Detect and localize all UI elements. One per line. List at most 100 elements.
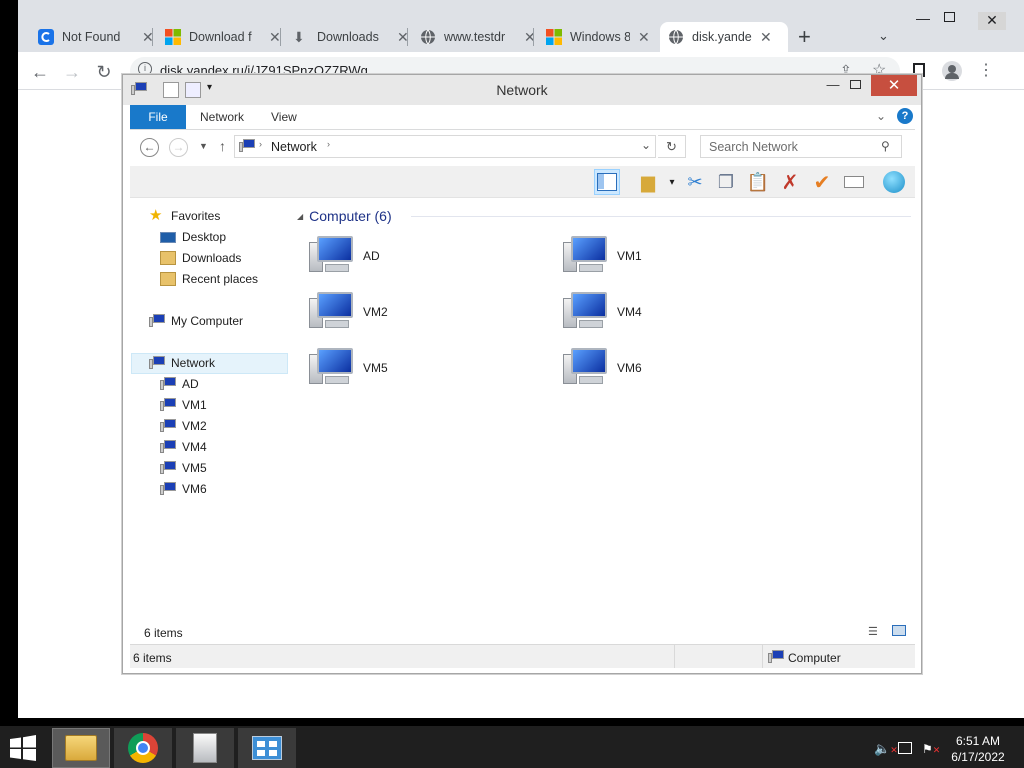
nav-computer-ad[interactable]: AD: [160, 374, 199, 394]
file-explorer-taskbar-button[interactable]: [52, 728, 110, 768]
menu-icon[interactable]: ⋮: [978, 60, 994, 80]
computer-item-vm6[interactable]: VM6: [563, 344, 642, 392]
tab-network[interactable]: Network: [186, 105, 258, 129]
forward-icon[interactable]: →: [169, 138, 188, 157]
maximize-icon[interactable]: [850, 80, 861, 89]
nav-label: Recent places: [182, 272, 259, 286]
checkmark-icon[interactable]: ✔: [809, 169, 835, 195]
clock[interactable]: 6:51 AM 6/17/2022: [940, 733, 1016, 765]
close-tab-icon[interactable]: ✕: [638, 29, 650, 46]
nav-my-computer[interactable]: My Computer: [149, 311, 243, 331]
computer-name: VM1: [617, 249, 642, 263]
nav-computer-vm2[interactable]: VM2: [160, 416, 207, 436]
nav-desktop[interactable]: Desktop: [160, 227, 226, 247]
computer-icon: [160, 440, 176, 454]
close-tab-icon[interactable]: ✕: [760, 29, 772, 46]
minimize-icon[interactable]: —: [916, 10, 930, 26]
close-window-icon[interactable]: ✕: [978, 12, 1006, 30]
network-taskbar-button[interactable]: [238, 728, 296, 768]
search-input[interactable]: Search Network ⚲: [700, 135, 902, 158]
volume-muted-icon[interactable]: 🔈✕: [874, 741, 898, 757]
paste-icon[interactable]: 📋: [745, 169, 771, 195]
computer-icon: [768, 650, 784, 664]
collapse-group-icon[interactable]: ◢: [297, 212, 303, 221]
properties-icon[interactable]: [163, 82, 179, 98]
nav-computer-vm1[interactable]: VM1: [160, 395, 207, 415]
breadcrumb-network[interactable]: Network: [271, 140, 317, 154]
globe-icon[interactable]: [881, 169, 907, 195]
nav-computer-vm4[interactable]: VM4: [160, 437, 207, 457]
nav-downloads[interactable]: Downloads: [160, 248, 241, 268]
nav-computer-vm6[interactable]: VM6: [160, 479, 207, 499]
nav-label: Favorites: [171, 209, 221, 223]
preview-pane-icon[interactable]: [594, 169, 620, 195]
chevron-right-icon[interactable]: ›: [259, 139, 262, 149]
app-taskbar-button[interactable]: [176, 728, 234, 768]
tab-downloads[interactable]: ⬇ Downloads ✕: [285, 22, 417, 52]
tab-windows8[interactable]: Windows 8 ✕: [538, 22, 658, 52]
expand-ribbon-icon[interactable]: ⌄: [876, 109, 886, 123]
nav-recent-places[interactable]: Recent places: [160, 269, 258, 289]
nav-network[interactable]: Network: [149, 353, 215, 373]
copy-icon[interactable]: ❐: [713, 169, 739, 195]
refresh-icon[interactable]: ↻: [658, 135, 686, 158]
tab-download[interactable]: Download f ✕: [157, 22, 289, 52]
recent-locations-icon[interactable]: ▼: [199, 141, 208, 151]
details-view-icon[interactable]: ☰: [868, 625, 878, 638]
help-icon[interactable]: ?: [897, 108, 913, 124]
maximize-icon[interactable]: [944, 12, 955, 22]
tab-testdrive[interactable]: www.testdr ✕: [412, 22, 544, 52]
nav-label: VM2: [182, 419, 207, 433]
chrome-icon: [128, 733, 158, 763]
nav-favorites[interactable]: ★ Favorites: [149, 206, 220, 226]
forward-icon[interactable]: →: [60, 60, 84, 84]
properties-folder-icon[interactable]: ▆: [635, 169, 661, 195]
computer-icon: [309, 234, 357, 278]
chevron-right-icon[interactable]: ›: [327, 139, 330, 149]
computer-item-vm5[interactable]: VM5: [309, 344, 388, 392]
tab-not-found[interactable]: Not Found ✕: [30, 22, 162, 52]
delete-icon[interactable]: ✗: [777, 169, 803, 195]
clock-date: 6/17/2022: [951, 750, 1005, 764]
tab-title: Windows 8: [570, 30, 630, 44]
computer-item-vm2[interactable]: VM2: [309, 288, 388, 336]
customize-qat-icon[interactable]: ▾: [207, 82, 223, 98]
nav-label: AD: [182, 377, 199, 391]
back-icon[interactable]: ←: [28, 60, 52, 84]
cut-icon[interactable]: ✂: [682, 169, 708, 195]
profile-avatar[interactable]: [942, 61, 962, 81]
tab-search-icon[interactable]: ⌄: [878, 28, 889, 44]
minimize-icon[interactable]: —: [823, 77, 843, 97]
rename-icon[interactable]: [841, 169, 867, 195]
item-count-bar: 6 items ☰: [130, 620, 915, 644]
computer-item-vm4[interactable]: VM4: [563, 288, 642, 336]
close-tab-icon[interactable]: ✕: [269, 29, 281, 46]
new-tab-button[interactable]: +: [798, 24, 811, 50]
computer-item-vm1[interactable]: VM1: [563, 232, 642, 280]
large-icons-view-icon[interactable]: [892, 625, 906, 636]
action-center-icon[interactable]: ⚑✕: [922, 742, 940, 756]
tab-title: disk.yande: [692, 30, 752, 44]
folder-icon: [65, 735, 97, 761]
tab-view[interactable]: View: [257, 105, 311, 129]
computer-item-ad[interactable]: AD: [309, 232, 380, 280]
computer-icon: [160, 419, 176, 433]
start-windows-icon[interactable]: [8, 735, 38, 761]
close-icon[interactable]: ✕: [871, 75, 917, 96]
up-icon[interactable]: ↑: [219, 138, 226, 154]
nav-computer-vm5[interactable]: VM5: [160, 458, 207, 478]
chevron-down-icon[interactable]: ⌄: [641, 138, 651, 152]
tab-disk-yandex[interactable]: disk.yande ✕: [660, 22, 788, 52]
reload-icon[interactable]: ↻: [92, 60, 116, 84]
control-panel-icon: [252, 736, 282, 760]
chrome-taskbar-button[interactable]: [114, 728, 172, 768]
back-icon[interactable]: ←: [140, 138, 159, 157]
group-header[interactable]: ◢ Computer (6): [297, 208, 392, 224]
status-bar: 6 items Computer: [130, 644, 915, 668]
new-folder-icon[interactable]: [185, 82, 201, 98]
network-status-icon[interactable]: [898, 742, 912, 754]
address-path[interactable]: › Network › ⌄: [234, 135, 656, 158]
windows-logo-icon: [546, 29, 562, 45]
search-icon[interactable]: ⚲: [881, 139, 890, 153]
tab-file[interactable]: File: [130, 105, 186, 129]
